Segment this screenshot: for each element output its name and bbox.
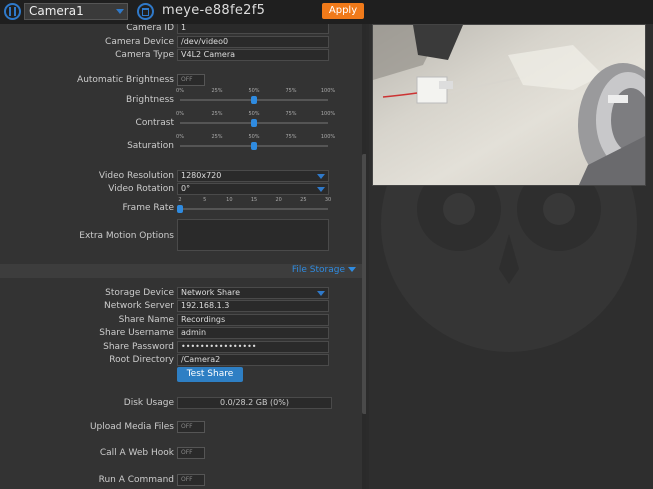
scrollbar-thumb[interactable] — [362, 154, 366, 414]
slider-tick-label: 50% — [248, 88, 260, 94]
frame-rate-label: Frame Rate — [122, 203, 174, 213]
slider-tick-label: 75% — [285, 88, 297, 94]
share-password-label: Share Password — [103, 342, 174, 352]
slider-tick-label: 15 — [250, 197, 258, 203]
auto-brightness-toggle[interactable]: OFF — [177, 74, 205, 86]
slider-tick-label: 25% — [211, 111, 223, 117]
slider-tick-label: 100% — [320, 88, 336, 94]
app-window: Camera1 meye-e88fe2f5 Apply Camera ID 1 … — [0, 0, 653, 489]
brightness-slider[interactable]: 0% 25% 50% 75% 100% — [176, 88, 335, 108]
slider-tick-label: 20 — [275, 197, 282, 203]
storage-device-label: Storage Device — [105, 288, 174, 298]
chevron-down-icon — [317, 174, 325, 179]
chevron-down-icon — [348, 267, 356, 272]
video-resolution-label: Video Resolution — [98, 171, 174, 181]
test-share-button[interactable]: Test Share — [177, 367, 243, 382]
share-username-field[interactable]: admin — [177, 327, 329, 339]
apply-button[interactable]: Apply — [322, 3, 364, 19]
saturation-label: Saturation — [127, 141, 174, 151]
video-rotation-select[interactable]: 0° — [177, 183, 329, 195]
chevron-down-icon — [317, 291, 325, 296]
run-command-label: Run A Command — [98, 475, 174, 485]
slider-knob[interactable] — [251, 142, 257, 150]
camera-frame-image — [373, 25, 645, 185]
file-storage-title-text: File Storage — [291, 265, 345, 275]
camera-viewer — [369, 24, 653, 489]
contrast-label: Contrast — [135, 118, 174, 128]
slider-tick-label: 25% — [211, 88, 223, 94]
auto-brightness-label: Automatic Brightness — [77, 75, 174, 85]
file-storage-section-header[interactable]: File Storage — [0, 264, 362, 278]
menu-icon[interactable] — [4, 3, 21, 20]
disk-usage-label: Disk Usage — [123, 398, 174, 408]
frame-rate-slider[interactable]: 2 5 10 15 20 25 30 — [177, 197, 332, 217]
frame-rate-ticks: 2 5 10 15 20 25 30 — [178, 197, 332, 205]
camera-type-field[interactable]: V4L2 Camera — [177, 49, 329, 61]
slider-tick-label: 50% — [248, 111, 260, 117]
extra-motion-textarea[interactable] — [177, 219, 329, 251]
camera-id-label: Camera ID — [126, 24, 174, 33]
camera-select[interactable]: Camera1 — [24, 3, 128, 20]
disk-usage-bar: 0.0/28.2 GB (0%) — [177, 397, 332, 409]
run-command-toggle[interactable]: OFF — [177, 474, 205, 486]
chevron-down-icon — [116, 9, 124, 14]
contrast-slider[interactable]: 0% 25% 50% 75% 100% — [176, 111, 335, 131]
slider-tick-label: 25 — [300, 197, 307, 203]
slider-tick-label: 0% — [176, 88, 184, 94]
storage-device-select[interactable]: Network Share — [177, 287, 329, 299]
slider-rail — [180, 208, 328, 210]
chevron-down-icon — [317, 187, 325, 192]
network-server-field[interactable]: 192.168.1.3 — [177, 300, 329, 312]
slider-tick-label: 5 — [203, 197, 207, 203]
file-storage-title: File Storage — [292, 265, 356, 275]
slider-tick-label: 100% — [320, 134, 336, 140]
slider-knob[interactable] — [251, 96, 257, 104]
share-password-field[interactable]: •••••••••••••••• — [177, 341, 329, 353]
network-server-label: Network Server — [104, 301, 174, 311]
root-directory-field[interactable]: /Camera2 — [177, 354, 329, 366]
extra-motion-label: Extra Motion Options — [79, 231, 174, 241]
video-rotation-label: Video Rotation — [108, 184, 174, 194]
camera-device-label: Camera Device — [105, 37, 174, 47]
upload-media-toggle[interactable]: OFF — [177, 421, 205, 433]
root-directory-label: Root Directory — [109, 355, 174, 365]
slider-tick-label: 0% — [176, 111, 184, 117]
slider-tick-label: 100% — [320, 111, 336, 117]
slider-knob[interactable] — [251, 119, 257, 127]
trash-icon[interactable] — [137, 3, 154, 20]
slider-tick-label: 10 — [226, 197, 233, 203]
hostname-title: meye-e88fe2f5 — [162, 3, 266, 18]
share-name-field[interactable]: Recordings — [177, 314, 329, 326]
settings-panel: Camera ID 1 Camera Device /dev/video0 Ca… — [0, 24, 366, 489]
slider-tick-label: 75% — [285, 134, 297, 140]
web-hook-label: Call A Web Hook — [99, 448, 174, 458]
slider-tick-label: 25% — [211, 134, 223, 140]
slider-tick-label: 30 — [324, 197, 332, 203]
settings-scrollbar[interactable] — [362, 24, 366, 489]
upload-media-label: Upload Media Files — [89, 422, 174, 432]
web-hook-toggle[interactable]: OFF — [177, 447, 205, 459]
contrast-ticks: 0% 25% 50% 75% 100% — [176, 111, 335, 119]
brightness-label: Brightness — [126, 95, 174, 105]
video-rotation-value: 0° — [181, 184, 191, 193]
video-resolution-value: 1280x720 — [181, 171, 222, 180]
video-resolution-select[interactable]: 1280x720 — [177, 170, 329, 182]
top-bar: Camera1 meye-e88fe2f5 Apply — [0, 0, 653, 24]
camera-preview[interactable] — [372, 24, 646, 186]
share-username-label: Share Username — [99, 328, 174, 338]
camera-device-field[interactable]: /dev/video0 — [177, 36, 329, 48]
slider-tick-label: 50% — [248, 134, 260, 140]
slider-tick-label: 75% — [285, 111, 297, 117]
brightness-ticks: 0% 25% 50% 75% 100% — [176, 88, 335, 96]
slider-tick-label: 2 — [178, 197, 182, 203]
camera-id-field[interactable]: 1 — [177, 24, 329, 34]
saturation-ticks: 0% 25% 50% 75% 100% — [176, 134, 335, 142]
slider-knob[interactable] — [177, 205, 183, 213]
storage-device-value: Network Share — [181, 288, 241, 297]
saturation-slider[interactable]: 0% 25% 50% 75% 100% — [176, 134, 335, 154]
camera-type-label: Camera Type — [115, 50, 174, 60]
share-name-label: Share Name — [118, 315, 174, 325]
slider-tick-label: 0% — [176, 134, 184, 140]
camera-select-value: Camera1 — [29, 4, 84, 18]
